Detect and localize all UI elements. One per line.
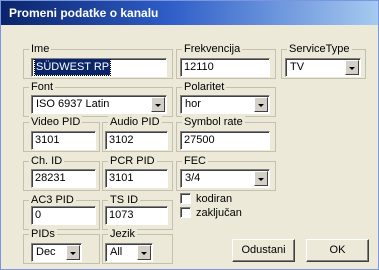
ac3-pid-value: 0 bbox=[35, 209, 42, 221]
channel-edit-dialog: Promeni podatke o kanalu Ime SÜDWEST RP … bbox=[0, 0, 379, 270]
pids-select[interactable]: Dec bbox=[31, 243, 82, 262]
jezik-select[interactable]: All bbox=[105, 243, 153, 262]
jezik-label: Jezik bbox=[108, 227, 138, 241]
ts-id-value: 1073 bbox=[109, 209, 134, 221]
video-pid-value: 3101 bbox=[35, 134, 60, 146]
pcr-pid-label: PCR PID bbox=[108, 154, 157, 168]
font-select[interactable]: ISO 6937 Latin bbox=[31, 95, 167, 114]
service-type-value: TV bbox=[290, 61, 305, 73]
polaritet-select[interactable]: hor bbox=[180, 95, 270, 114]
window-title: Promeni podatke o kanalu bbox=[9, 6, 159, 20]
ime-input[interactable]: SÜDWEST RP bbox=[31, 58, 167, 77]
audio-pid-input[interactable]: 3102 bbox=[105, 131, 168, 150]
jezik-value: All bbox=[110, 246, 123, 258]
service-type-select[interactable]: TV bbox=[285, 58, 361, 77]
chevron-down-icon[interactable] bbox=[137, 245, 151, 260]
ts-id-label: TS ID bbox=[108, 193, 141, 207]
zakljucan-checkbox[interactable]: zaključan bbox=[180, 206, 260, 220]
kodiran-label: kodiran bbox=[196, 193, 233, 205]
pcr-pid-input[interactable]: 3101 bbox=[105, 169, 168, 188]
video-pid-label: Video PID bbox=[29, 115, 83, 129]
ch-id-label: Ch. ID bbox=[29, 154, 65, 168]
video-pid-input[interactable]: 3101 bbox=[31, 131, 96, 150]
ch-id-input[interactable]: 28231 bbox=[31, 169, 96, 188]
font-value: ISO 6937 Latin bbox=[36, 98, 110, 110]
pcr-pid-value: 3101 bbox=[109, 172, 134, 184]
ime-value: SÜDWEST RP bbox=[33, 59, 112, 76]
kodiran-checkbox-box[interactable] bbox=[180, 193, 191, 204]
ts-id-input[interactable]: 1073 bbox=[105, 206, 168, 225]
title-bar[interactable]: Promeni podatke o kanalu bbox=[1, 1, 378, 25]
chevron-down-icon[interactable] bbox=[151, 97, 165, 112]
kodiran-checkbox[interactable]: kodiran bbox=[180, 192, 260, 206]
chevron-down-icon[interactable] bbox=[254, 171, 268, 186]
ch-id-value: 28231 bbox=[35, 172, 66, 184]
zakljucan-label: zaključan bbox=[196, 207, 242, 219]
ac3-pid-label: AC3 PID bbox=[29, 193, 76, 207]
ac3-pid-input[interactable]: 0 bbox=[31, 206, 96, 225]
polaritet-label: Polaritet bbox=[182, 80, 227, 94]
fec-value: 3/4 bbox=[185, 172, 201, 184]
pids-value: Dec bbox=[36, 246, 56, 258]
cancel-button[interactable]: Odustani bbox=[232, 239, 295, 262]
ime-label: Ime bbox=[29, 42, 52, 56]
audio-pid-value: 3102 bbox=[109, 134, 134, 146]
chevron-down-icon[interactable] bbox=[254, 97, 268, 112]
symbol-rate-value: 27500 bbox=[184, 134, 215, 146]
fec-label: FEC bbox=[182, 154, 208, 168]
frekvencija-label: Frekvencija bbox=[182, 42, 243, 56]
symbol-rate-label: Symbol rate bbox=[182, 115, 245, 129]
chevron-down-icon[interactable] bbox=[345, 60, 359, 75]
zakljucan-checkbox-box[interactable] bbox=[180, 207, 191, 218]
frekvencija-value: 12110 bbox=[184, 61, 214, 73]
polaritet-value: hor bbox=[185, 98, 201, 110]
font-label: Font bbox=[29, 80, 56, 94]
service-type-label: ServiceType bbox=[287, 42, 352, 56]
audio-pid-label: Audio PID bbox=[108, 115, 162, 129]
symbol-rate-input[interactable]: 27500 bbox=[180, 131, 270, 150]
pids-label: PIDs bbox=[29, 227, 57, 241]
fec-select[interactable]: 3/4 bbox=[180, 169, 270, 188]
frekvencija-input[interactable]: 12110 bbox=[180, 58, 270, 77]
ok-button[interactable]: OK bbox=[306, 239, 369, 262]
chevron-down-icon[interactable] bbox=[66, 245, 80, 260]
